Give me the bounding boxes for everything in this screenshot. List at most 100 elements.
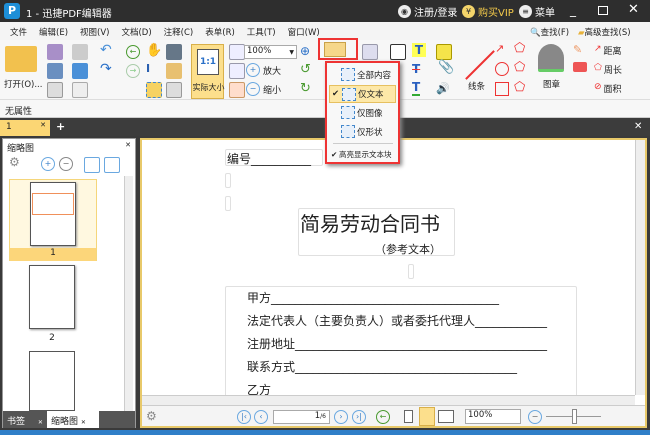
zoom-select[interactable]: 100% ▼ <box>244 45 297 59</box>
lines-button[interactable]: 线条 <box>468 80 485 92</box>
close-panel-icon[interactable]: ✕ <box>125 141 131 149</box>
continuous-page-icon[interactable] <box>419 407 435 426</box>
document-search-icon[interactable] <box>166 82 182 98</box>
next-page-button[interactable]: › <box>334 410 348 424</box>
thumbnail-scrollbar[interactable] <box>124 176 133 411</box>
last-page-button[interactable]: ›| <box>352 410 366 424</box>
tab-thumbnails[interactable]: 缩略图 ✕ <box>47 411 99 428</box>
menu-item-all-content[interactable]: 全部内容 <box>329 66 396 84</box>
fit-visible-icon[interactable] <box>229 82 245 98</box>
menu-item-highlight-text-blocks[interactable]: ✔ 高亮显示文本块 <box>329 145 396 163</box>
edit-form-icon[interactable] <box>362 44 378 60</box>
menu-item-shape-only[interactable]: 仅形状 <box>329 123 396 141</box>
rotate-left-icon[interactable]: ↺ <box>300 62 311 77</box>
new-tab-button[interactable]: + <box>56 120 65 133</box>
menu-comment[interactable]: 注释(C) <box>158 22 200 40</box>
page-number-input[interactable]: 1/6 <box>273 410 330 424</box>
typewriter-icon[interactable] <box>390 44 406 60</box>
previous-page-button[interactable]: ‹ <box>254 410 268 424</box>
thumbnail-page-2[interactable]: 2 <box>9 265 97 347</box>
paste-icon[interactable] <box>166 63 182 79</box>
rotate-right-icon[interactable]: ↻ <box>300 81 311 96</box>
pencil-icon[interactable]: ✎ <box>573 43 582 56</box>
cloud-icon[interactable]: ⬠ <box>514 80 525 95</box>
menu-item-image-only[interactable]: 仅图像 <box>329 104 396 122</box>
open-button[interactable]: 打开(O)... <box>4 78 42 90</box>
single-page-icon[interactable] <box>404 410 413 423</box>
status-zoom-select[interactable]: 100% <box>465 409 521 424</box>
menu-form[interactable]: 表单(R) <box>199 22 241 40</box>
menu-item-text-only[interactable]: ✔ 仅文本 <box>329 85 396 103</box>
undo-icon[interactable]: ↶ <box>100 42 112 58</box>
forward-icon[interactable]: → <box>126 64 140 78</box>
export-icon[interactable] <box>47 82 63 98</box>
open-folder-icon[interactable] <box>5 46 37 72</box>
fit-width-icon[interactable] <box>229 63 245 79</box>
scan-icon[interactable] <box>72 63 88 79</box>
text-box-icon[interactable]: T <box>412 43 426 57</box>
perimeter-button[interactable]: ⬠ 周长 <box>594 63 622 76</box>
polygon-icon[interactable]: ⬠ <box>514 60 525 75</box>
fit-page-icon[interactable] <box>229 44 245 60</box>
close-button[interactable]: ✕ <box>628 2 639 17</box>
thumbnail-page-1[interactable]: 1 <box>9 179 97 261</box>
vertical-scrollbar[interactable] <box>635 140 645 395</box>
note-icon[interactable] <box>436 44 452 60</box>
stamp-icon[interactable] <box>538 44 564 72</box>
ellipse-icon[interactable] <box>495 62 509 76</box>
eraser-icon[interactable] <box>573 62 587 72</box>
camera-icon[interactable] <box>166 44 182 60</box>
menu-document[interactable]: 文档(D) <box>115 22 157 40</box>
zoom-in-button[interactable]: + 放大 <box>246 63 281 77</box>
two-page-icon[interactable] <box>438 410 454 423</box>
find-button[interactable]: 🔍查找(F) <box>530 26 569 38</box>
stamp-button[interactable]: 图章 <box>543 78 560 90</box>
zoom-out-button[interactable]: − 缩小 <box>246 82 281 96</box>
tab-bookmarks[interactable]: 书签 ✕ <box>7 414 43 427</box>
distance-button[interactable]: ↗ 距离 <box>594 44 622 57</box>
back-icon[interactable]: ← <box>126 45 140 59</box>
hand-tool-icon[interactable]: ✋ <box>146 43 162 58</box>
new-page-icon[interactable] <box>72 82 88 98</box>
close-document-button[interactable]: ✕ <box>634 121 642 132</box>
rotate-left-90-icon[interactable] <box>84 157 100 173</box>
email-icon[interactable] <box>72 44 88 60</box>
print-icon[interactable] <box>47 63 63 79</box>
underline-icon[interactable]: T <box>412 80 421 96</box>
save-icon[interactable] <box>47 44 63 60</box>
close-icon[interactable]: ✕ <box>38 419 43 426</box>
buy-vip-button[interactable]: ¥ 购买VIP <box>462 4 514 19</box>
strikeout-icon[interactable]: T <box>412 62 420 76</box>
shrink-thumbnail-icon[interactable]: − <box>59 157 73 171</box>
attachment-icon[interactable]: 📎 <box>438 60 454 75</box>
enlarge-thumbnail-icon[interactable]: + <box>41 157 55 171</box>
menu-file[interactable]: 文件 <box>4 22 33 40</box>
zoom-slider-handle[interactable] <box>572 409 577 424</box>
zoom-tool-icon[interactable]: ⊕ <box>300 44 310 58</box>
rotate-right-90-icon[interactable] <box>104 157 120 173</box>
settings-gear-icon[interactable]: ⚙ <box>146 409 157 423</box>
menu-view[interactable]: 视图(V) <box>74 22 115 40</box>
back-view-button[interactable]: ← <box>376 410 390 424</box>
minimize-button[interactable]: _ <box>570 3 576 17</box>
menu-button[interactable]: ≡ 菜单 <box>519 4 555 19</box>
redo-icon[interactable]: ↷ <box>100 61 112 77</box>
settings-gear-icon[interactable]: ⚙ <box>9 155 20 169</box>
maximize-button[interactable] <box>598 6 608 15</box>
thumbnail-page-3[interactable] <box>29 351 75 411</box>
advanced-find-button[interactable]: ▰高级查找(S) <box>578 26 631 38</box>
polyline-icon[interactable]: ⬠ <box>514 41 525 56</box>
actual-size-button[interactable]: 1:1 实际大小 <box>191 44 225 99</box>
sound-icon[interactable]: 🔊 <box>436 82 450 95</box>
horizontal-scrollbar[interactable] <box>142 395 635 405</box>
text-select-icon[interactable]: I <box>146 62 150 75</box>
first-page-button[interactable]: |‹ <box>237 410 251 424</box>
line-icon[interactable] <box>465 50 495 80</box>
edit-content-button[interactable] <box>318 38 358 60</box>
close-icon[interactable]: ✕ <box>81 419 86 426</box>
rectangle-icon[interactable] <box>495 82 509 96</box>
menu-edit[interactable]: 编辑(E) <box>33 22 74 40</box>
snapshot-select-icon[interactable] <box>146 82 162 98</box>
area-button[interactable]: ⊘ 面积 <box>594 82 622 95</box>
tab-document-1[interactable]: 1 ✕ <box>0 120 50 136</box>
